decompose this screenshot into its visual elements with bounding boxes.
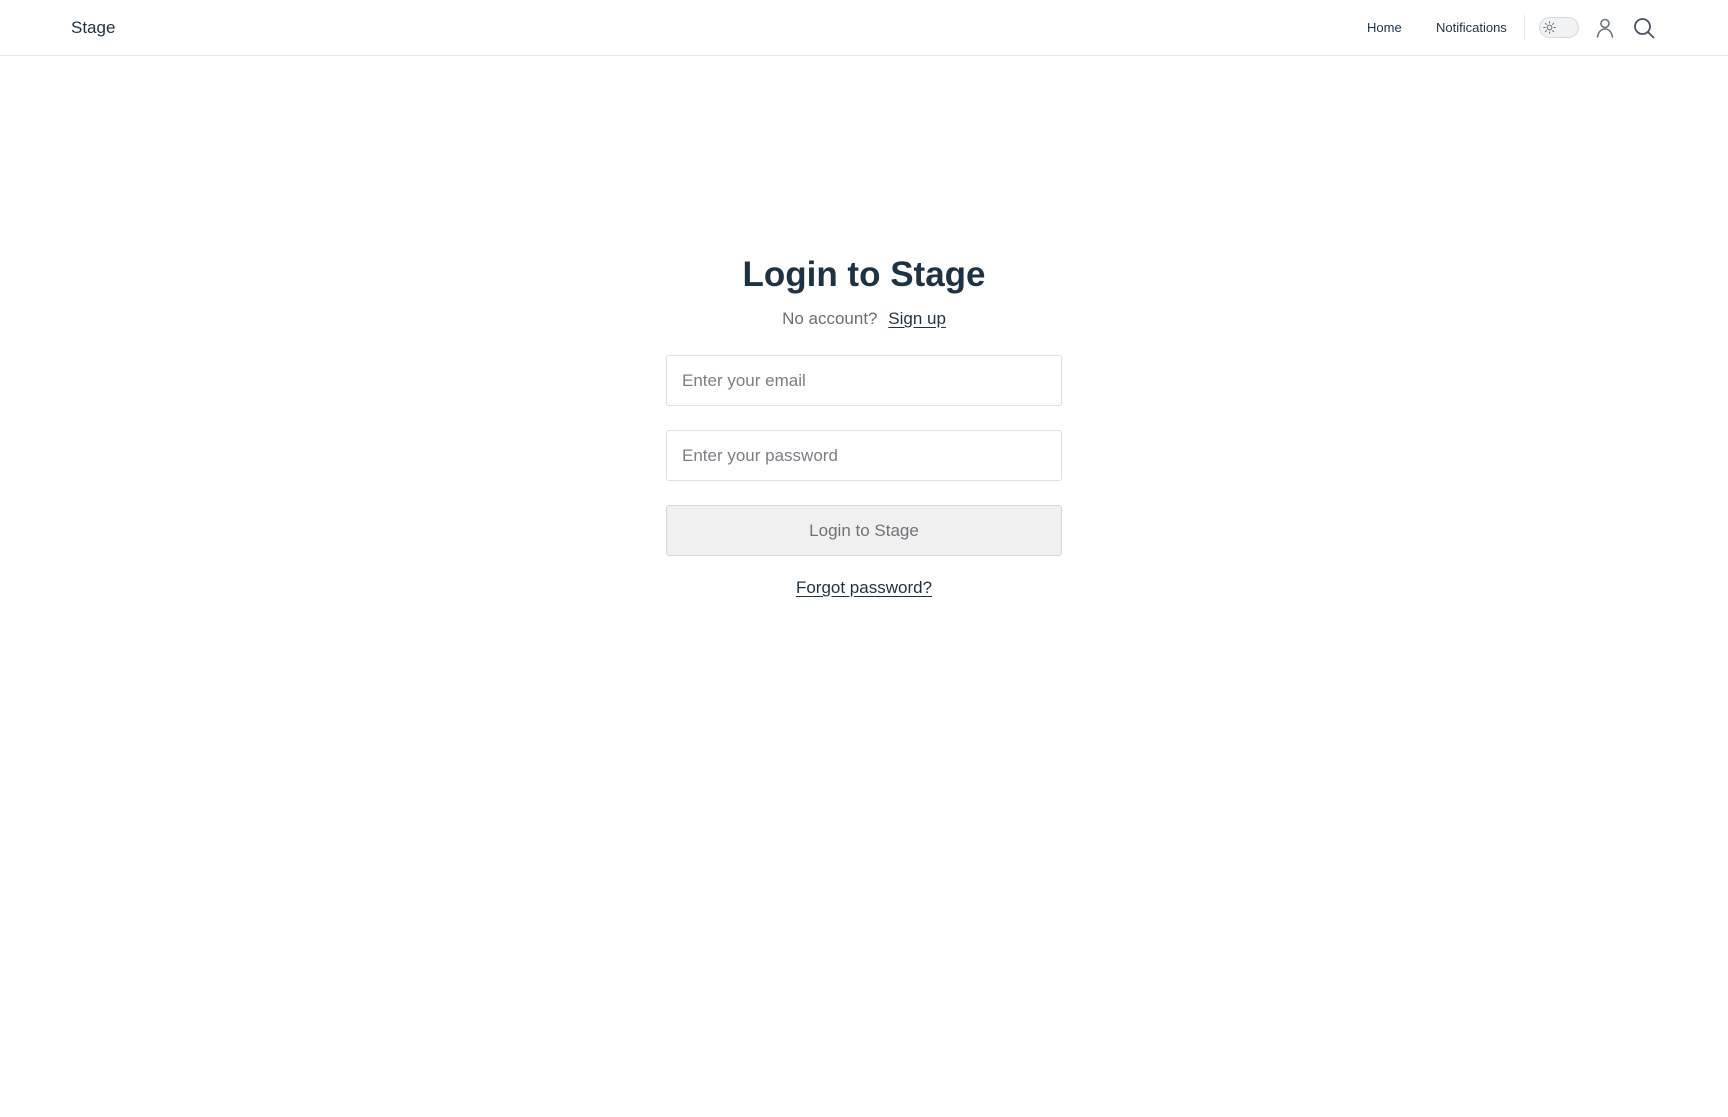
- account-button[interactable]: [1593, 16, 1617, 40]
- top-navigation-bar: Stage Home Notifications: [0, 0, 1728, 56]
- page-title: Login to Stage: [742, 255, 986, 294]
- sun-icon: [1543, 21, 1556, 34]
- forgot-password-row: Forgot password?: [0, 577, 1728, 599]
- nav-divider: [1524, 15, 1525, 40]
- search-button[interactable]: [1632, 16, 1656, 40]
- user-icon: [1596, 18, 1614, 38]
- email-field[interactable]: [666, 355, 1062, 406]
- search-icon: [1634, 18, 1655, 39]
- brand-logo-link[interactable]: Stage: [71, 17, 115, 39]
- nav-home-link[interactable]: Home: [1367, 19, 1402, 37]
- signup-prompt: No account? Sign up: [0, 308, 1728, 330]
- no-account-text: No account?: [782, 309, 878, 328]
- theme-toggle[interactable]: [1539, 17, 1579, 38]
- login-submit-button[interactable]: Login to Stage: [666, 505, 1062, 556]
- signup-link[interactable]: Sign up: [888, 309, 946, 328]
- password-field[interactable]: [666, 430, 1062, 481]
- forgot-password-link[interactable]: Forgot password?: [796, 578, 932, 597]
- nav-notifications-link[interactable]: Notifications: [1436, 19, 1507, 37]
